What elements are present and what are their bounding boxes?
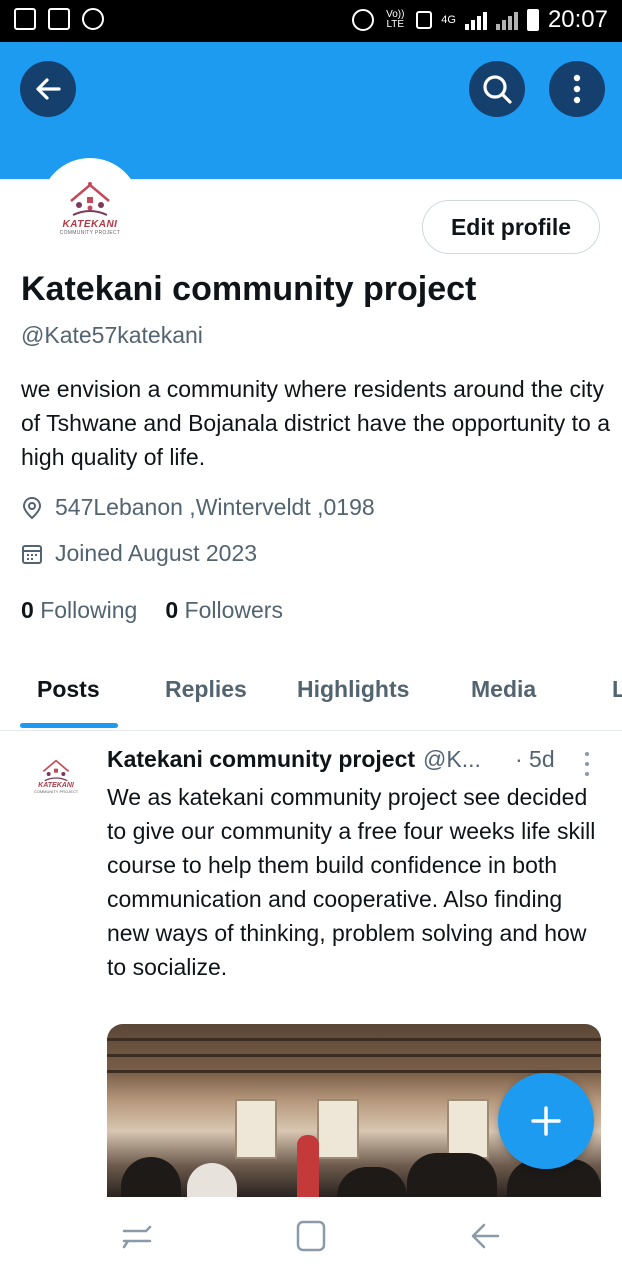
house-logo-icon — [42, 759, 70, 782]
home-icon[interactable] — [295, 1219, 327, 1253]
signal-icon — [464, 10, 487, 30]
status-bar: Vo)) LTE 4G 20:07 — [0, 0, 622, 42]
sim-card-icon — [14, 8, 36, 30]
tab-media[interactable]: Media — [471, 676, 536, 703]
post-more-icon[interactable] — [583, 752, 591, 776]
profile-joined: Joined August 2023 — [21, 540, 257, 567]
following-label: Following — [40, 597, 138, 623]
profile-tabs: Posts Replies Highlights Media L — [0, 668, 622, 731]
back-button[interactable] — [20, 61, 76, 117]
more-options-button[interactable] — [549, 61, 605, 117]
house-logo-icon — [70, 181, 110, 216]
profile-bio: we envision a community where residents … — [21, 376, 611, 470]
tab-replies[interactable]: Replies — [165, 676, 247, 703]
post-timestamp: · 5d — [515, 746, 555, 772]
sim2-icon — [416, 11, 433, 29]
profile-name: Katekani community project — [21, 270, 477, 308]
follow-stats: 0 Following 0 Followers — [21, 597, 283, 624]
followers-label: Followers — [184, 597, 283, 623]
joined-text: Joined August 2023 — [55, 540, 258, 566]
compose-button[interactable] — [498, 1073, 594, 1169]
tab-highlights[interactable]: Highlights — [297, 676, 409, 703]
battery-icon — [526, 9, 539, 31]
post-author-handle: @K... — [423, 746, 481, 772]
alarm-icon — [352, 9, 375, 31]
following-count: 0 — [21, 597, 34, 623]
search-button[interactable] — [469, 61, 525, 117]
logo-text: KATEKANI — [62, 218, 118, 230]
followers-count: 0 — [165, 597, 179, 623]
search-icon — [483, 75, 512, 104]
location-pin-icon — [22, 496, 42, 519]
more-vertical-icon — [573, 74, 581, 104]
logo-subtext: COMMUNITY PROJECT — [59, 229, 121, 236]
profile-avatar[interactable]: KATEKANI COMMUNITY PROJECT — [40, 158, 140, 258]
network-type: 4G — [441, 14, 456, 26]
volte-indicator: Vo)) LTE — [386, 9, 405, 30]
tab-posts[interactable]: Posts — [37, 676, 100, 703]
back-nav-icon[interactable] — [468, 1219, 502, 1253]
profile-handle: @Kate57katekani — [21, 322, 203, 348]
gallery-icon — [48, 8, 70, 30]
post-author-avatar[interactable]: KATEKANI COMMUNITY PROJECT — [28, 748, 84, 804]
location-text: 547Lebanon ,Winterveldt ,0198 — [55, 494, 375, 520]
edit-profile-button[interactable]: Edit profile — [422, 200, 600, 254]
active-tab-indicator — [20, 723, 118, 728]
post-author-name[interactable]: Katekani community project — [107, 746, 415, 773]
following-link[interactable]: 0 Following — [21, 597, 137, 624]
sync-icon — [82, 8, 104, 30]
calendar-icon — [22, 544, 42, 564]
post-header: Katekani community project @K... · 5d — [107, 746, 607, 773]
signal2-icon — [495, 10, 518, 30]
logo-subtext: COMMUNITY PROJECT — [33, 789, 79, 794]
plus-icon — [531, 1106, 561, 1136]
tab-likes[interactable]: L — [612, 676, 622, 703]
post-text: We as katekani community project see dec… — [107, 784, 596, 980]
logo-text: KATEKANI — [38, 782, 74, 789]
recent-apps-icon[interactable] — [120, 1219, 154, 1253]
arrow-left-icon — [36, 78, 61, 100]
clock: 20:07 — [547, 6, 608, 33]
profile-location: 547Lebanon ,Winterveldt ,0198 — [21, 494, 375, 521]
followers-link[interactable]: 0 Followers — [165, 597, 283, 624]
system-nav-bar — [0, 1197, 622, 1280]
